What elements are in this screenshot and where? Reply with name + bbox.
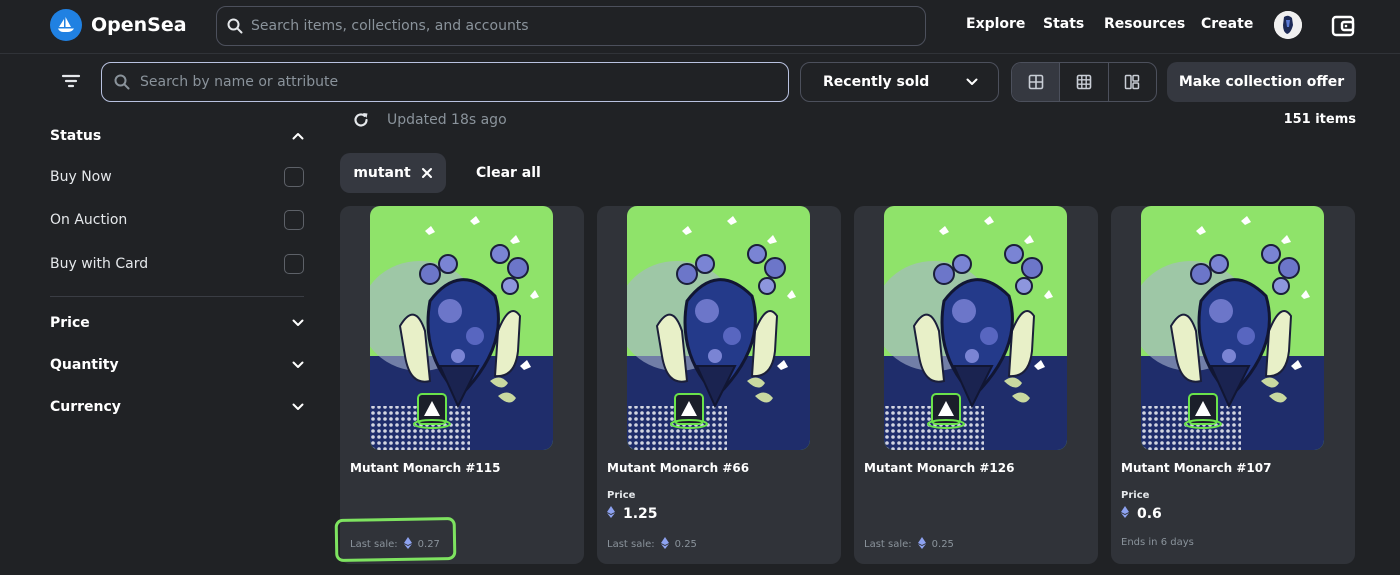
- price-filter-header[interactable]: Price: [50, 315, 304, 331]
- chevron-down-icon: [292, 361, 304, 368]
- refresh-button[interactable]: [352, 111, 370, 129]
- chip-label: mutant: [353, 165, 411, 181]
- clear-all-button[interactable]: Clear all: [476, 165, 541, 181]
- eth-icon: [917, 537, 926, 552]
- sort-value: Recently sold: [823, 74, 930, 90]
- nav-explore[interactable]: Explore: [966, 16, 1025, 32]
- nft-card[interactable]: Mutant Monarch #126 Last sale: 0.25: [854, 206, 1098, 564]
- chevron-down-icon: [292, 403, 304, 410]
- quantity-filter-header[interactable]: Quantity: [50, 357, 304, 373]
- price-amount: 0.6: [1137, 506, 1162, 522]
- brand-name: OpenSea: [91, 14, 187, 36]
- hand-drawn-highlight: [334, 516, 457, 563]
- last-updated-text: Updated 18s ago: [387, 112, 507, 128]
- collection-search-input[interactable]: [140, 74, 760, 90]
- currency-filter-header[interactable]: Currency: [50, 399, 304, 415]
- status-option-label: Buy with Card: [50, 256, 149, 272]
- opensea-logo[interactable]: OpenSea: [50, 9, 187, 41]
- nft-artwork-image[interactable]: [627, 206, 810, 450]
- card-footer: Last sale: 0.25: [864, 537, 954, 552]
- eth-icon: [1121, 506, 1129, 522]
- card-footer: Ends in 6 days: [1121, 537, 1194, 548]
- large-grid-view-button[interactable]: [1012, 63, 1061, 101]
- eth-icon: [660, 537, 669, 552]
- price-amount: 1.25: [623, 506, 658, 522]
- refresh-icon: [354, 113, 368, 127]
- nft-name: Mutant Monarch #107: [1121, 461, 1272, 475]
- footer-label: Ends in 6 days: [1121, 537, 1194, 548]
- currency-filter-label: Currency: [50, 399, 121, 415]
- last-sale-value: 0.25: [931, 539, 954, 550]
- view-mode-toggle: [1011, 62, 1157, 102]
- large-grid-icon: [1028, 74, 1043, 90]
- eth-icon: [607, 506, 615, 522]
- buy-now-checkbox[interactable]: [284, 167, 304, 187]
- last-sale-value: 0.25: [674, 539, 697, 550]
- nav-create[interactable]: Create: [1201, 16, 1253, 32]
- nft-card[interactable]: Mutant Monarch #115 Last sale: 0.27: [340, 206, 584, 564]
- nft-name: Mutant Monarch #115: [350, 461, 501, 475]
- search-icon: [227, 18, 243, 34]
- chevron-up-icon: [292, 133, 304, 140]
- status-option-buy-now[interactable]: Buy Now: [50, 167, 304, 187]
- search-icon: [114, 74, 130, 90]
- global-search-box[interactable]: [216, 6, 926, 46]
- active-filter-chip[interactable]: mutant: [340, 153, 446, 193]
- global-search-input[interactable]: [251, 18, 891, 34]
- footer-label: Last sale:: [607, 539, 655, 550]
- small-grid-icon: [1076, 74, 1092, 90]
- buy-with-card-checkbox[interactable]: [284, 254, 304, 274]
- collection-search-box[interactable]: [101, 62, 789, 102]
- items-count: 151 items: [1283, 112, 1356, 127]
- quantity-filter-label: Quantity: [50, 357, 119, 373]
- nft-artwork-image[interactable]: [370, 206, 553, 450]
- footer-label: Last sale:: [864, 539, 912, 550]
- status-filter-label: Status: [50, 128, 102, 144]
- filter-toggle-button[interactable]: [58, 68, 84, 94]
- price-value: 1.25: [607, 506, 658, 522]
- close-icon[interactable]: [421, 167, 433, 179]
- nft-name: Mutant Monarch #66: [607, 461, 750, 475]
- nav-resources[interactable]: Resources: [1104, 16, 1185, 32]
- status-filter-header[interactable]: Status: [50, 128, 304, 144]
- sidebar-divider: [50, 296, 304, 297]
- status-option-on-auction[interactable]: On Auction: [50, 210, 304, 230]
- status-option-label: On Auction: [50, 212, 128, 228]
- chevron-down-icon: [966, 78, 978, 85]
- card-footer: Last sale: 0.25: [607, 537, 697, 552]
- small-grid-view-button[interactable]: [1060, 63, 1109, 101]
- nft-card[interactable]: Mutant Monarch #107 Price 0.6 Ends in 6 day…: [1111, 206, 1355, 564]
- nav-stats[interactable]: Stats: [1043, 16, 1084, 32]
- nft-name: Mutant Monarch #126: [864, 461, 1015, 475]
- opensea-boat-icon: [50, 9, 82, 41]
- on-auction-checkbox[interactable]: [284, 210, 304, 230]
- nft-artwork-image[interactable]: [1141, 206, 1324, 450]
- make-collection-offer-button[interactable]: Make collection offer: [1167, 62, 1356, 102]
- filter-icon: [61, 74, 81, 88]
- status-option-buy-with-card[interactable]: Buy with Card: [50, 254, 304, 274]
- profile-avatar[interactable]: [1274, 11, 1302, 39]
- chevron-down-icon: [292, 319, 304, 326]
- price-label: Price: [1121, 490, 1150, 501]
- mixed-grid-icon: [1125, 74, 1140, 90]
- sort-dropdown[interactable]: Recently sold: [800, 62, 999, 102]
- wallet-icon[interactable]: [1330, 13, 1356, 39]
- top-navigation-bar: OpenSea Explore Stats Resources Create: [0, 0, 1400, 54]
- mixed-grid-view-button[interactable]: [1109, 63, 1156, 101]
- nft-artwork-image[interactable]: [884, 206, 1067, 450]
- nft-card[interactable]: Mutant Monarch #66 Price 1.25 Last sale: 0.2…: [597, 206, 841, 564]
- status-option-label: Buy Now: [50, 169, 112, 185]
- price-value: 0.6: [1121, 506, 1162, 522]
- price-label: Price: [607, 490, 636, 501]
- price-filter-label: Price: [50, 315, 90, 331]
